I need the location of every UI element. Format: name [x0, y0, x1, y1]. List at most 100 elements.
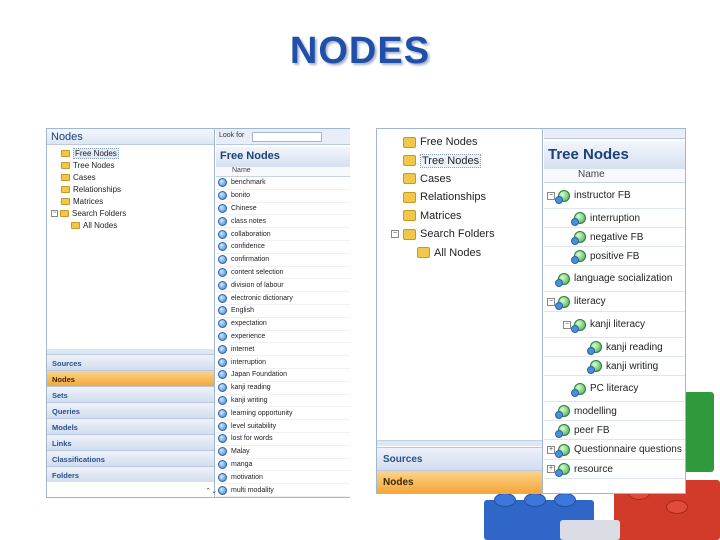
- tree-list-item[interactable]: + Questionnaire questions: [544, 440, 685, 460]
- folder-icon: [61, 149, 70, 157]
- collapse-icon[interactable]: −: [547, 297, 555, 306]
- node-icon: [218, 408, 227, 418]
- tree-item[interactable]: Cases: [391, 170, 542, 188]
- tree-item[interactable]: Free Nodes: [47, 147, 214, 159]
- tree-item-label: Cases: [420, 172, 452, 185]
- list-item[interactable]: kanji writing: [216, 395, 350, 408]
- node-icon: [218, 280, 227, 290]
- list-item-label: kanji writing: [231, 396, 268, 404]
- list-item[interactable]: multi modality: [216, 484, 350, 497]
- nav-button[interactable]: Models: [47, 418, 214, 434]
- list-item[interactable]: learning opportunity: [216, 407, 350, 421]
- tree-item[interactable]: Cases: [47, 171, 214, 183]
- list-item[interactable]: kanji reading: [216, 382, 350, 395]
- list-item-label: Malay: [231, 448, 250, 456]
- tree-item-label: Relationships: [73, 184, 122, 194]
- tree-list-item[interactable]: PC literacy: [544, 376, 685, 402]
- tree-item[interactable]: Matrices: [391, 207, 542, 225]
- tree-list-item-label: language socialization: [574, 273, 673, 284]
- nav-button[interactable]: Sources: [47, 354, 214, 370]
- tree-list-item[interactable]: interruption: [544, 209, 685, 228]
- expand-icon[interactable]: +: [547, 445, 555, 454]
- list-item[interactable]: interruption: [216, 356, 350, 369]
- tree-item[interactable]: All Nodes: [47, 219, 214, 231]
- list-item[interactable]: bonito: [216, 190, 350, 203]
- scroll-arrows-icon[interactable]: ⌃⌄: [205, 487, 217, 495]
- tree-item-label: Tree Nodes: [73, 160, 115, 170]
- node-icon: [218, 434, 227, 444]
- node-icon: [218, 485, 227, 495]
- list-item[interactable]: division of labour: [216, 279, 350, 293]
- folder-icon: [403, 210, 416, 222]
- tree-item[interactable]: Matrices: [47, 195, 214, 207]
- list-item[interactable]: Japan Foundation: [216, 369, 350, 382]
- column-header-name[interactable]: Name: [216, 167, 350, 177]
- list-item[interactable]: level suitability: [216, 420, 350, 433]
- list-item[interactable]: Malay: [216, 446, 350, 459]
- tree-item-label: Free Nodes: [420, 136, 478, 149]
- list-item[interactable]: experience: [216, 331, 350, 344]
- collapse-icon[interactable]: −: [391, 230, 399, 239]
- list-item[interactable]: class notes: [216, 215, 350, 229]
- list-item-label: lost for words: [231, 435, 273, 443]
- tree-item[interactable]: Free Nodes: [391, 133, 542, 151]
- nav-button-nodes[interactable]: Nodes: [377, 470, 542, 493]
- tree-list-item[interactable]: kanji writing: [544, 357, 685, 376]
- tree-node-icon: [555, 463, 570, 477]
- tree-list-item[interactable]: language socialization: [544, 266, 685, 292]
- list-item[interactable]: manga: [216, 459, 350, 472]
- list-item[interactable]: confirmation: [216, 254, 350, 267]
- tree-item[interactable]: Tree Nodes: [391, 151, 542, 169]
- list-item[interactable]: internet: [216, 343, 350, 357]
- tree-item[interactable]: − Search Folders: [47, 207, 214, 219]
- list-item[interactable]: Chinese: [216, 203, 350, 216]
- tree-list-item[interactable]: − literacy: [544, 292, 685, 312]
- tree-item[interactable]: − Search Folders: [391, 225, 542, 243]
- tree-list-item[interactable]: + resource: [544, 460, 685, 479]
- collapse-icon[interactable]: −: [51, 209, 58, 217]
- tree-item-label: Tree Nodes: [420, 153, 482, 168]
- nav-button-sources[interactable]: Sources: [377, 447, 542, 470]
- expand-icon[interactable]: +: [547, 465, 555, 473]
- list-item[interactable]: English: [216, 305, 350, 318]
- nav-button[interactable]: Nodes: [47, 370, 214, 386]
- folder-icon: [61, 185, 70, 193]
- nav-button[interactable]: Queries: [47, 402, 214, 418]
- tree-list-item[interactable]: kanji reading: [544, 338, 685, 357]
- tree-item-label: Relationships: [420, 191, 487, 204]
- lego-blue-stud: [494, 493, 516, 507]
- tree-list-item[interactable]: negative FB: [544, 228, 685, 247]
- tree-node-icon: [555, 405, 570, 419]
- folder-icon: [403, 173, 416, 185]
- column-header-name[interactable]: Name: [544, 169, 685, 183]
- list-item[interactable]: confidence: [216, 241, 350, 254]
- tree-list-item[interactable]: − instructor FB: [544, 183, 685, 209]
- pane-splitter[interactable]: [377, 440, 542, 446]
- tree-list-item[interactable]: positive FB: [544, 247, 685, 266]
- list-item[interactable]: motivation: [216, 471, 350, 485]
- tree-list-item[interactable]: − kanji literacy: [544, 312, 685, 338]
- tree-item[interactable]: Relationships: [391, 188, 542, 206]
- tree-node-icon: [587, 360, 602, 374]
- list-item[interactable]: electronic dictionary: [216, 292, 350, 305]
- tree-item[interactable]: Relationships: [47, 183, 214, 195]
- list-item[interactable]: content selection: [216, 267, 350, 280]
- list-item[interactable]: benchmark: [216, 177, 350, 190]
- nav-button[interactable]: Links: [47, 434, 214, 450]
- node-icon: [218, 472, 227, 482]
- collapse-icon[interactable]: −: [563, 320, 571, 329]
- list-item[interactable]: collaboration: [216, 228, 350, 241]
- nav-button[interactable]: Classifications: [47, 450, 214, 466]
- look-for-input[interactable]: [252, 132, 323, 142]
- tree-list-item-label: negative FB: [590, 231, 644, 243]
- tree-list-item-label: resource: [574, 463, 613, 475]
- tree-list-item[interactable]: peer FB: [544, 421, 685, 440]
- tree-item[interactable]: All Nodes: [391, 243, 542, 261]
- nav-button[interactable]: Sets: [47, 386, 214, 402]
- tree-item[interactable]: Tree Nodes: [47, 159, 214, 171]
- nav-button[interactable]: Folders: [47, 466, 214, 482]
- collapse-icon[interactable]: −: [547, 191, 555, 200]
- list-item[interactable]: lost for words: [216, 433, 350, 446]
- list-item[interactable]: expectation: [216, 318, 350, 331]
- tree-list-item[interactable]: modelling: [544, 402, 685, 421]
